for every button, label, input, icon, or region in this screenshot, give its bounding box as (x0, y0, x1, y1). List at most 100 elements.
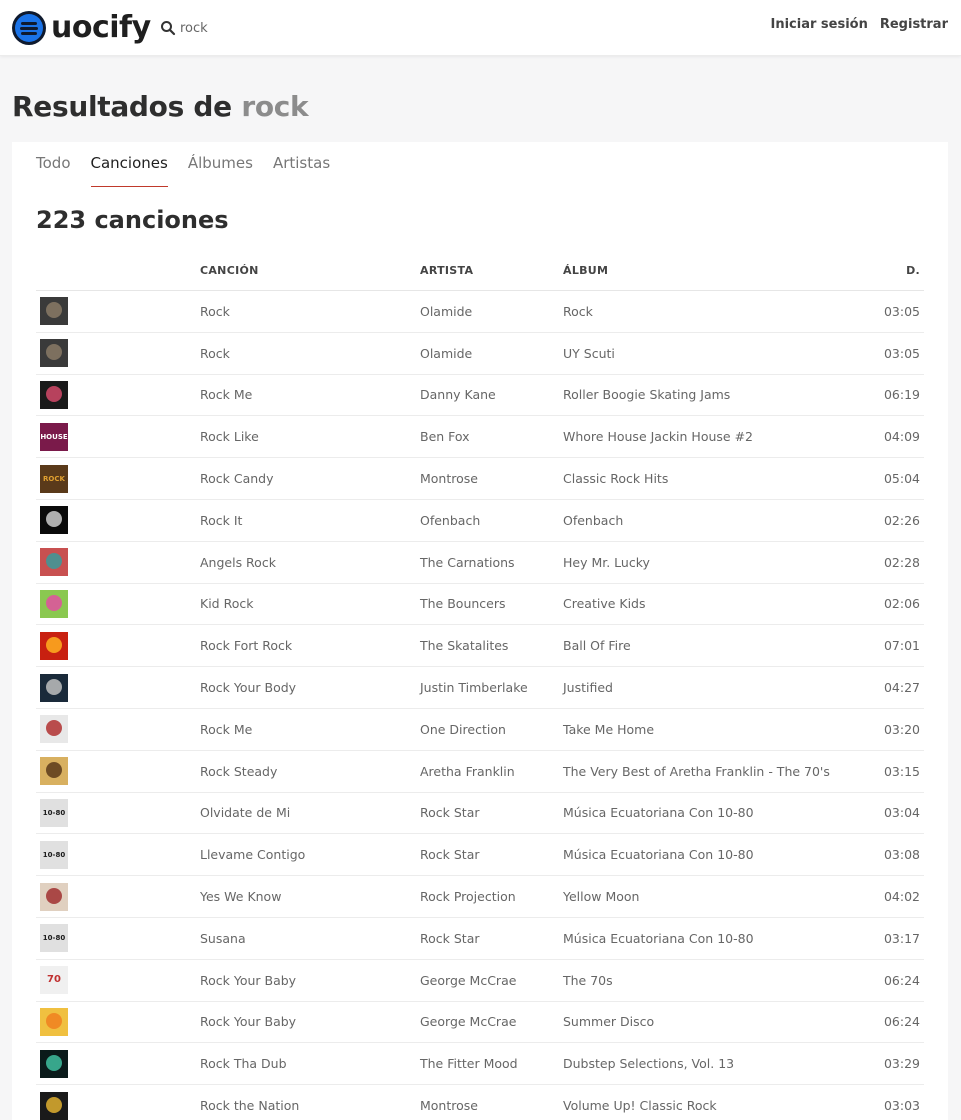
album-cell[interactable]: Creative Kids (563, 596, 844, 611)
album-cover-icon[interactable] (40, 1049, 68, 1078)
artist-cell[interactable]: Montrose (420, 1098, 563, 1113)
album-cell[interactable]: The Very Best of Aretha Franklin - The 7… (563, 764, 844, 779)
album-cover-icon[interactable] (40, 339, 68, 368)
table-row[interactable]: Rock the Nation Montrose Volume Up! Classi… (36, 1085, 924, 1120)
album-cell[interactable]: Rock (563, 304, 844, 319)
artist-cell[interactable]: Olamide (420, 346, 563, 361)
header-song[interactable]: CANCIÓN (200, 264, 420, 277)
album-cell[interactable]: Take Me Home (563, 722, 844, 737)
artist-cell[interactable]: One Direction (420, 722, 563, 737)
artist-cell[interactable]: Montrose (420, 471, 563, 486)
album-cover-icon[interactable] (40, 589, 68, 618)
album-cell[interactable]: Música Ecuatoriana Con 10-80 (563, 805, 844, 820)
artist-cell[interactable]: Rock Star (420, 847, 563, 862)
table-row[interactable]: Angels Rock The Carnations Hey Mr. Lucky 02… (36, 542, 924, 584)
artist-cell[interactable]: The Fitter Mood (420, 1056, 563, 1071)
album-cell[interactable]: Ball Of Fire (563, 638, 844, 653)
song-cell: Yes We Know (200, 889, 282, 905)
cover-cell (36, 757, 200, 786)
song-cell: Rock (200, 345, 230, 361)
artist-cell[interactable]: The Carnations (420, 555, 563, 570)
album-cell[interactable]: Hey Mr. Lucky (563, 555, 844, 570)
duration-cell: 06:24 (883, 972, 920, 988)
duration-cell: 03:04 (883, 805, 920, 821)
table-row[interactable]: Rock Tha Dub The Fitter Mood Dubstep Selec… (36, 1043, 924, 1086)
artist-cell[interactable]: Danny Kane (420, 387, 563, 402)
album-cover-icon[interactable] (40, 673, 68, 702)
artist-cell[interactable]: George McCrae (420, 1014, 563, 1029)
album-cell[interactable]: Volume Up! Classic Rock (563, 1098, 844, 1113)
artist-cell[interactable]: Ben Fox (420, 429, 563, 444)
table-row[interactable]: Rock Steady Aretha Franklin The Very Best … (36, 751, 924, 793)
album-cell[interactable]: Música Ecuatoriana Con 10-80 (563, 847, 844, 862)
artist-cell[interactable]: Aretha Franklin (420, 764, 563, 779)
album-cover-icon[interactable] (40, 380, 68, 409)
tab-canciones[interactable]: Canciones (90, 142, 168, 187)
table-row[interactable]: 10-80 Susana Rock Star Música Ecuatoriana C… (36, 918, 924, 960)
table-row[interactable]: Rock Fort Rock The Skatalites Ball Of Fire… (36, 625, 924, 668)
album-cover-icon[interactable]: 10-80 (40, 840, 68, 869)
album-cover-icon[interactable]: 10-80 (40, 798, 68, 827)
album-cover-icon[interactable]: ROCK (40, 464, 68, 493)
table-row[interactable]: Rock Olamide Rock 03:05 (36, 291, 924, 333)
artist-cell[interactable]: The Bouncers (420, 596, 563, 611)
table-row[interactable]: Rock Me One Direction Take Me Home 03:20 (36, 709, 924, 751)
table-row[interactable]: 10-80 Olvidate de Mi Rock Star Música Ecuat… (36, 793, 924, 835)
table-row[interactable]: Rock Your Body Justin Timberlake Justified… (36, 667, 924, 709)
register-link[interactable]: Registrar (880, 17, 948, 32)
table-row[interactable]: HOUSE Rock Like Ben Fox Whore House Jackin … (36, 416, 924, 459)
uocify-logo[interactable]: uocify (12, 10, 151, 46)
table-row[interactable]: Kid Rock The Bouncers Creative Kids 02:06 (36, 584, 924, 626)
table-row[interactable]: Yes We Know Rock Projection Yellow Moon 04:… (36, 876, 924, 918)
album-cover-icon[interactable] (40, 297, 68, 326)
artist-cell[interactable]: Justin Timberlake (420, 680, 563, 695)
album-cover-icon[interactable]: 10-80 (40, 924, 68, 953)
search-icon[interactable] (159, 19, 177, 37)
album-cover-icon[interactable] (40, 882, 68, 911)
album-cell[interactable]: The 70s (563, 973, 844, 988)
album-cover-icon[interactable] (40, 1091, 68, 1120)
header-duration[interactable]: D. (844, 264, 924, 277)
album-cover-icon[interactable] (40, 757, 68, 786)
tab-albumes[interactable]: Álbumes (188, 142, 253, 187)
page-title: Resultados de rock (12, 90, 309, 123)
album-cell[interactable]: Música Ecuatoriana Con 10-80 (563, 931, 844, 946)
album-cell[interactable]: Roller Boogie Skating Jams (563, 387, 844, 402)
tab-artistas[interactable]: Artistas (273, 142, 330, 187)
album-cover-icon[interactable]: 70 (40, 966, 68, 995)
album-cover-icon[interactable] (40, 715, 68, 744)
search-box[interactable] (159, 16, 360, 40)
album-cell[interactable]: Dubstep Selections, Vol. 13 (563, 1056, 844, 1071)
album-cell[interactable]: Yellow Moon (563, 889, 844, 904)
artist-cell[interactable]: The Skatalites (420, 638, 563, 653)
table-row[interactable]: Rock It Ofenbach Ofenbach 02:26 (36, 500, 924, 542)
artist-cell[interactable]: Rock Projection (420, 889, 563, 904)
artist-cell[interactable]: Rock Star (420, 805, 563, 820)
album-cell[interactable]: Classic Rock Hits (563, 471, 844, 486)
album-cell[interactable]: Ofenbach (563, 513, 844, 528)
album-cell[interactable]: UY Scuti (563, 346, 844, 361)
album-cover-icon[interactable] (40, 1007, 68, 1036)
header-album[interactable]: ÁLBUM (563, 264, 844, 277)
header-artist[interactable]: ARTISTA (420, 264, 563, 277)
album-cover-icon[interactable] (40, 631, 68, 660)
tab-todo[interactable]: Todo (36, 142, 71, 187)
table-row[interactable]: Rock Olamide UY Scuti 03:05 (36, 333, 924, 375)
table-row[interactable]: 10-80 Llevame Contigo Rock Star Música Ecua… (36, 834, 924, 877)
album-cell[interactable]: Summer Disco (563, 1014, 844, 1029)
table-row[interactable]: Rock Me Danny Kane Roller Boogie Skating J… (36, 375, 924, 417)
album-cell[interactable]: Justified (563, 680, 844, 695)
album-cover-icon[interactable] (40, 548, 68, 577)
artist-cell[interactable]: George McCrae (420, 973, 563, 988)
artist-cell[interactable]: Ofenbach (420, 513, 563, 528)
artist-cell[interactable]: Olamide (420, 304, 563, 319)
search-input[interactable] (180, 20, 360, 36)
table-row[interactable]: 70 Rock Your Baby George McCrae The 70s 06:2… (36, 960, 924, 1002)
artist-cell[interactable]: Rock Star (420, 931, 563, 946)
login-link[interactable]: Iniciar sesión (771, 17, 868, 32)
album-cover-icon[interactable] (40, 506, 68, 535)
table-row[interactable]: ROCK Rock Candy Montrose Classic Rock Hits 0… (36, 458, 924, 500)
album-cover-icon[interactable]: HOUSE (40, 422, 68, 451)
album-cell[interactable]: Whore House Jackin House #2 (563, 429, 844, 444)
table-row[interactable]: Rock Your Baby George McCrae Summer Disco 0… (36, 1002, 924, 1044)
